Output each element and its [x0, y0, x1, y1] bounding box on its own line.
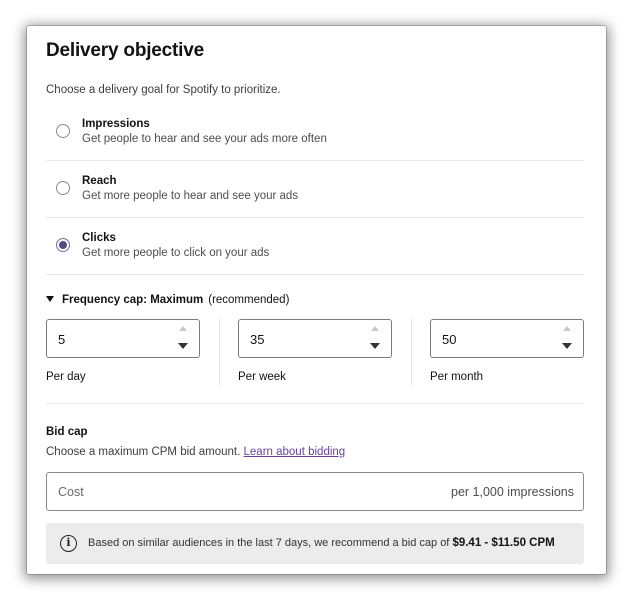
stepper-value: 5: [58, 332, 66, 347]
per-day-label: Per day: [46, 371, 86, 383]
option-impressions[interactable]: Impressions Get people to hear and see y…: [46, 104, 584, 161]
cost-suffix: per 1,000 impressions: [451, 485, 574, 499]
recommended-range: $9.41 - $11.50 CPM: [452, 537, 555, 549]
option-label: Impressions: [82, 118, 150, 130]
bid-cap-description-text: Choose a maximum CPM bid amount.: [46, 446, 241, 458]
option-clicks[interactable]: Clicks Get more people to click on your …: [46, 218, 584, 275]
decrement-arrow-icon[interactable]: [562, 343, 572, 349]
per-month-stepper[interactable]: 50: [430, 319, 584, 358]
option-reach[interactable]: Reach Get more people to hear and see yo…: [46, 161, 584, 218]
cost-input[interactable]: Cost per 1,000 impressions: [46, 472, 584, 511]
increment-arrow-icon[interactable]: [563, 326, 571, 331]
frequency-cap-toggle[interactable]: Frequency cap: Maximum (recommended): [46, 294, 289, 306]
section-divider: [46, 403, 584, 404]
decrement-arrow-icon[interactable]: [370, 343, 380, 349]
panel-subtitle: Choose a delivery goal for Spotify to pr…: [46, 84, 281, 96]
increment-arrow-icon[interactable]: [179, 326, 187, 331]
frequency-cap-note: (recommended): [208, 294, 290, 306]
option-label: Reach: [82, 175, 117, 187]
info-circle-icon: i: [60, 535, 77, 552]
option-description: Get more people to click on your ads: [82, 247, 270, 259]
panel-title: Delivery objective: [46, 40, 204, 61]
option-label: Clicks: [82, 232, 116, 244]
learn-about-bidding-link[interactable]: Learn about bidding: [244, 446, 346, 458]
radio-reach[interactable]: [56, 181, 70, 195]
triangle-down-icon: [46, 296, 54, 302]
bid-cap-description: Choose a maximum CPM bid amount. Learn a…: [46, 446, 345, 458]
per-week-label: Per week: [238, 371, 286, 383]
bid-recommendation-banner: i Based on similar audiences in the last…: [46, 523, 584, 564]
recommendation-message: Based on similar audiences in the last 7…: [88, 537, 450, 549]
bid-cap-title: Bid cap: [46, 426, 88, 438]
per-day-stepper[interactable]: 5: [46, 319, 200, 358]
increment-arrow-icon[interactable]: [371, 326, 379, 331]
per-month-label: Per month: [430, 371, 484, 383]
stepper-value: 35: [250, 332, 265, 347]
radio-impressions[interactable]: [56, 124, 70, 138]
stepper-value: 50: [442, 332, 457, 347]
cost-placeholder: Cost: [58, 485, 84, 499]
column-divider: [219, 319, 220, 385]
delivery-objective-panel: Delivery objective Choose a delivery goa…: [27, 26, 606, 574]
per-week-stepper[interactable]: 35: [238, 319, 392, 358]
column-divider: [411, 319, 412, 385]
frequency-cap-heading: Frequency cap: Maximum: [62, 294, 204, 306]
radio-clicks[interactable]: [56, 238, 70, 252]
option-description: Get more people to hear and see your ads: [82, 190, 299, 202]
option-description: Get people to hear and see your ads more…: [82, 133, 327, 145]
decrement-arrow-icon[interactable]: [178, 343, 188, 349]
recommendation-text: Based on similar audiences in the last 7…: [88, 537, 555, 549]
